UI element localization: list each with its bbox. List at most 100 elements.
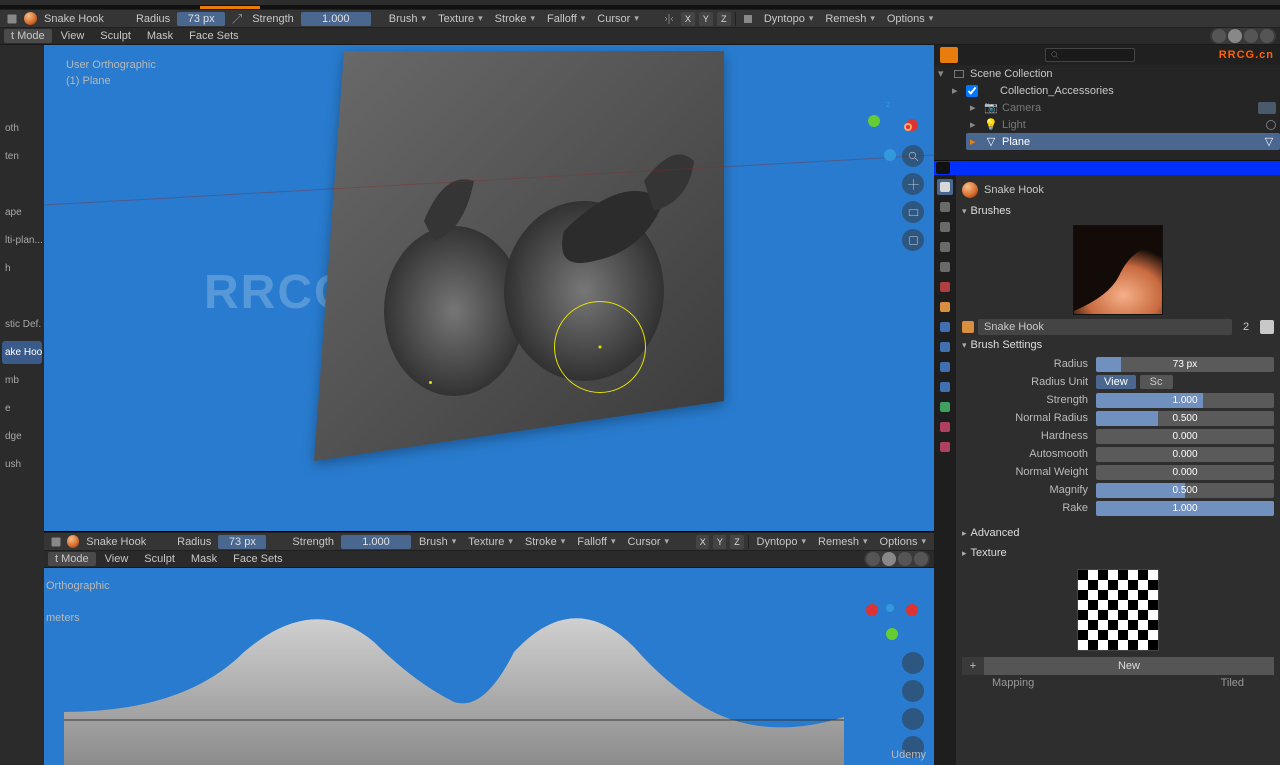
stroke-menu[interactable]: Stroke xyxy=(491,13,539,25)
add-texture-button[interactable]: + xyxy=(962,657,984,675)
brush-name[interactable]: Snake Hook xyxy=(83,536,149,548)
options-menu[interactable]: Options xyxy=(883,13,937,25)
tool-8[interactable] xyxy=(2,285,42,308)
mode-selector[interactable]: t Mode xyxy=(4,29,52,43)
facesets-menu[interactable]: Face Sets xyxy=(182,29,246,43)
slider[interactable]: 0.000 xyxy=(1096,447,1274,462)
brush-datablock-icon[interactable] xyxy=(962,321,974,333)
fake-user-checkbox[interactable] xyxy=(1260,320,1274,334)
slider[interactable]: 0.000 xyxy=(1096,429,1274,444)
brush-preview[interactable] xyxy=(1073,225,1163,315)
tab-texture[interactable] xyxy=(937,439,953,455)
mirror-z[interactable]: Z xyxy=(730,535,743,549)
brush-menu[interactable]: Brush xyxy=(385,13,430,25)
outliner-item[interactable]: ▸ 💡 Light xyxy=(934,116,1280,133)
tab-constraints[interactable] xyxy=(937,379,953,395)
options-menu[interactable]: Options xyxy=(876,536,930,548)
pan-icon[interactable] xyxy=(902,173,924,195)
texture-menu[interactable]: Texture xyxy=(464,536,517,548)
mirror-z[interactable]: Z xyxy=(717,12,731,26)
outliner-item[interactable]: ▸ Collection_Accessories xyxy=(934,82,1280,99)
stroke-menu[interactable]: Stroke xyxy=(521,536,569,548)
tab-output[interactable] xyxy=(937,219,953,235)
search-input[interactable] xyxy=(1045,48,1135,62)
editor-type-icon[interactable] xyxy=(48,534,63,550)
cursor-menu[interactable]: Cursor xyxy=(593,13,643,25)
outliner-item-selected[interactable]: ▸ ▽ Plane ▽ xyxy=(966,133,1280,150)
mask-menu[interactable]: Mask xyxy=(184,552,224,566)
sculpt-menu[interactable]: Sculpt xyxy=(93,29,138,43)
strength-field[interactable]: 1.000 xyxy=(341,535,411,549)
zoom-icon[interactable] xyxy=(902,145,924,167)
pin-icon[interactable] xyxy=(936,162,950,174)
tab-view-layer[interactable] xyxy=(937,239,953,255)
outliner[interactable]: ▾ Scene Collection ▸ Collection_Accessor… xyxy=(934,65,1280,161)
brush-name[interactable]: Snake Hook xyxy=(41,13,107,25)
viewport-top[interactable]: User Orthographic (1) Plane RRCG xyxy=(44,45,934,531)
tool-4[interactable] xyxy=(2,173,42,196)
tool-3[interactable]: ten xyxy=(2,145,42,168)
scene-icon[interactable] xyxy=(940,47,958,63)
cursor-menu[interactable]: Cursor xyxy=(624,536,674,548)
tool-12[interactable]: e xyxy=(2,397,42,420)
tab-world[interactable] xyxy=(937,279,953,295)
brush-users[interactable]: 2 xyxy=(1236,321,1256,333)
pressure-radius-icon[interactable] xyxy=(229,11,245,27)
brush-name-field[interactable]: Snake Hook xyxy=(978,319,1232,335)
radius-unit-scene[interactable]: Sc xyxy=(1140,375,1173,389)
tool-14[interactable]: ush xyxy=(2,453,42,476)
tool-1[interactable] xyxy=(2,89,42,112)
view-menu[interactable]: View xyxy=(98,552,136,566)
slider[interactable]: 0.000 xyxy=(1096,465,1274,480)
shading-modes[interactable] xyxy=(864,551,930,567)
zoom-icon[interactable] xyxy=(902,652,924,674)
collection-checkbox[interactable] xyxy=(966,85,978,97)
tab-active-tool[interactable] xyxy=(937,179,953,195)
tab-modifiers[interactable] xyxy=(937,319,953,335)
tab-particles[interactable] xyxy=(937,339,953,355)
tab-physics[interactable] xyxy=(937,359,953,375)
mirror-x[interactable]: X xyxy=(696,535,709,549)
perspective-icon[interactable] xyxy=(902,229,924,251)
radius-field[interactable]: 73 px xyxy=(218,535,266,549)
facesets-menu[interactable]: Face Sets xyxy=(226,552,290,566)
tab-mesh[interactable] xyxy=(937,399,953,415)
slider[interactable]: 1.000 xyxy=(1096,501,1274,516)
tab-object[interactable] xyxy=(937,299,953,315)
radius-unit-view[interactable]: View xyxy=(1096,375,1136,389)
slider[interactable]: 0.500 xyxy=(1096,483,1274,498)
tab-scene[interactable] xyxy=(937,259,953,275)
mirror-icon[interactable] xyxy=(661,11,677,27)
brush-settings-title[interactable]: Brush Settings xyxy=(962,335,1274,355)
outliner-item[interactable]: ▸ 📷 Camera xyxy=(934,99,1280,116)
view-menu[interactable]: View xyxy=(54,29,92,43)
falloff-menu[interactable]: Falloff xyxy=(573,536,619,548)
mode-selector[interactable]: t Mode xyxy=(48,552,96,566)
face-sets-icon[interactable] xyxy=(740,11,756,27)
editor-type-icon[interactable] xyxy=(4,11,20,27)
tool-6[interactable]: lti-plan... xyxy=(2,229,42,252)
advanced-panel[interactable]: Advanced xyxy=(962,523,1274,543)
tool-13[interactable]: dge xyxy=(2,425,42,448)
strength-field[interactable]: 1.000 xyxy=(301,12,371,26)
remesh-menu[interactable]: Remesh xyxy=(821,13,879,25)
tab-render[interactable] xyxy=(937,199,953,215)
tool-2[interactable]: oth xyxy=(2,117,42,140)
texture-menu[interactable]: Texture xyxy=(434,13,487,25)
new-texture-button[interactable]: New xyxy=(984,657,1274,675)
shading-modes[interactable] xyxy=(1210,28,1276,44)
viewport-bottom[interactable]: Snake Hook Radius 73 px Strength 1.000 B… xyxy=(44,531,934,765)
tab-material[interactable] xyxy=(937,419,953,435)
mask-menu[interactable]: Mask xyxy=(140,29,180,43)
brushes-panel-title[interactable]: Brushes xyxy=(962,201,1274,221)
tool-7[interactable]: h xyxy=(2,257,42,280)
texture-preview[interactable] xyxy=(1077,569,1159,651)
brush-thumb-icon[interactable] xyxy=(67,535,79,548)
nav-gizmo-bottom[interactable] xyxy=(862,576,922,636)
slider[interactable]: 0.500 xyxy=(1096,411,1274,426)
brush-thumb-icon[interactable] xyxy=(24,12,37,25)
texture-panel[interactable]: Texture xyxy=(962,543,1274,563)
mirror-x[interactable]: X xyxy=(681,12,695,26)
outliner-root[interactable]: ▾ Scene Collection xyxy=(934,65,1280,82)
slider[interactable]: 1.000 xyxy=(1096,393,1274,408)
